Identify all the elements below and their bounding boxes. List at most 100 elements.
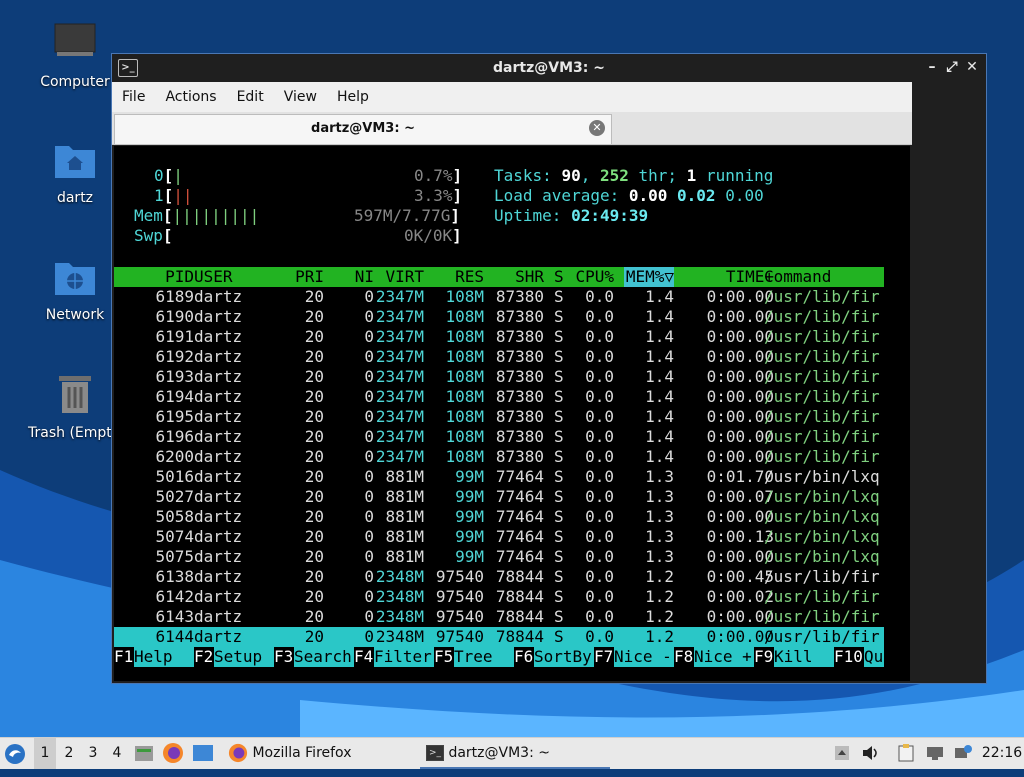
fkey-f8[interactable]: F8 [674, 647, 694, 667]
process-row[interactable]: 5058 dartz 20 0 881M 99M 77464 S 0.0 1.3 0:00.00/u… [114, 507, 884, 527]
header-res[interactable]: RES [434, 267, 484, 287]
process-s: S [554, 467, 564, 486]
fkey-f9[interactable]: F9 [754, 647, 774, 667]
header-pid[interactable]: PID [144, 267, 194, 287]
fkey-f3[interactable]: F3 [274, 647, 294, 667]
swp-meter: Swp[ [134, 226, 173, 245]
menu-help[interactable]: Help [327, 82, 379, 112]
process-cmd: /usr/lib/fir [764, 407, 880, 426]
header-time[interactable]: TIME+ [684, 267, 774, 287]
fkey-f1[interactable]: F1 [114, 647, 134, 667]
header-shr[interactable]: SHR [494, 267, 544, 287]
clock[interactable]: 22:16 [980, 738, 1024, 769]
tray-removable-media[interactable] [834, 738, 854, 769]
process-row[interactable]: 6193 dartz 20 0 2347M 108M 87380 S 0.0 1.4 0:00.00… [114, 367, 884, 387]
fkey-label[interactable]: Help [134, 647, 194, 667]
workspace-1[interactable]: 1 [34, 738, 56, 769]
process-s: S [554, 347, 564, 366]
process-row[interactable]: 6189 dartz 20 0 2347M 108M 87380 S 0.0 1.4 0:00.00… [114, 287, 884, 307]
desktop-launcher[interactable] [192, 738, 216, 769]
fkey-f2[interactable]: F2 [194, 647, 214, 667]
process-virt: 881M [385, 527, 424, 546]
process-cpu: 0.0 [585, 487, 614, 506]
terminal-area[interactable]: 0[| 0.7%] 1[|| 3.3%] Mem[||||||||| 597M/… [114, 146, 910, 681]
process-row[interactable]: 6191 dartz 20 0 2347M 108M 87380 S 0.0 1.4 0:00.00… [114, 327, 884, 347]
desktop-icon-label: Network [45, 307, 105, 323]
fkey-f4[interactable]: F4 [354, 647, 374, 667]
tray-volume[interactable] [862, 738, 882, 769]
file-manager-launcher[interactable] [134, 738, 156, 769]
header-ni[interactable]: NI [354, 267, 374, 287]
desktop-icon-network[interactable]: Network [25, 257, 125, 323]
fkey-label[interactable]: Tree [454, 647, 514, 667]
window-titlebar[interactable]: >_ dartz@VM3: ~ – ⤢ ✕ [112, 54, 986, 82]
process-virt: 2347M [375, 327, 424, 346]
lxqt-logo-icon [5, 744, 25, 764]
fkey-f10[interactable]: F10 [834, 647, 863, 667]
header-cpu[interactable]: CPU% [574, 267, 614, 287]
tray-network[interactable] [926, 738, 948, 769]
maximize-button[interactable]: ⤢ [944, 59, 960, 75]
fkey-label[interactable]: Qu [864, 647, 884, 667]
process-row[interactable]: 5016 dartz 20 0 881M 99M 77464 S 0.0 1.3 0:01.70/u… [114, 467, 884, 487]
process-pid: 6138 [155, 567, 194, 586]
menu-edit[interactable]: Edit [227, 82, 274, 112]
process-row[interactable]: 6194 dartz 20 0 2347M 108M 87380 S 0.0 1.4 0:00.00… [114, 387, 884, 407]
terminal-tab[interactable]: dartz@VM3: ~ ✕ [114, 114, 612, 144]
header-pri[interactable]: PRI [294, 267, 324, 287]
header-virt[interactable]: VIRT [374, 267, 424, 287]
header-user[interactable]: USER [194, 267, 274, 287]
workspace-2[interactable]: 2 [58, 738, 80, 769]
process-row[interactable]: 6144 dartz 20 0 2348M 97540 78844 S 0.0 1.2 0:00.0… [114, 627, 884, 647]
menu-view[interactable]: View [274, 82, 327, 112]
fkey-label[interactable]: Search [294, 647, 354, 667]
fkey-label[interactable]: Nice + [694, 647, 754, 667]
process-s: S [554, 607, 564, 626]
process-cpu: 0.0 [585, 627, 614, 646]
process-virt: 881M [385, 467, 424, 486]
process-row[interactable]: 5027 dartz 20 0 881M 99M 77464 S 0.0 1.3 0:00.07/u… [114, 487, 884, 507]
fkey-label[interactable]: Nice - [614, 647, 674, 667]
task-firefox[interactable]: Mozilla Firefox [222, 738, 418, 769]
header-command[interactable]: Command [764, 267, 884, 287]
trash-icon [59, 376, 91, 413]
desktop-icon-computer[interactable]: Computer [25, 22, 125, 90]
workspace-3[interactable]: 3 [82, 738, 104, 769]
header-mem[interactable]: MEM%▽ [624, 267, 674, 287]
fkey-label[interactable]: SortBy [534, 647, 594, 667]
tray-clipboard[interactable] [898, 738, 918, 769]
desktop-icon-trash[interactable]: Trash (Empt [25, 373, 125, 441]
process-row[interactable]: 6195 dartz 20 0 2347M 108M 87380 S 0.0 1.4 0:00.00… [114, 407, 884, 427]
process-row[interactable]: 6143 dartz 20 0 2348M 97540 78844 S 0.0 1.2 0:00.0… [114, 607, 884, 627]
process-cpu: 0.0 [585, 407, 614, 426]
close-button[interactable]: ✕ [964, 59, 980, 75]
desktop-icon-home[interactable]: dartz [25, 140, 125, 206]
workspace-4[interactable]: 4 [106, 738, 128, 769]
process-pri: 20 [304, 527, 324, 546]
fkey-f5[interactable]: F5 [434, 647, 454, 667]
fkey-label[interactable]: Filter [374, 647, 434, 667]
process-row[interactable]: 6192 dartz 20 0 2347M 108M 87380 S 0.0 1.4 0:00.00… [114, 347, 884, 367]
menu-actions[interactable]: Actions [155, 82, 226, 112]
fkey-f6[interactable]: F6 [514, 647, 534, 667]
firefox-launcher[interactable] [162, 738, 186, 769]
tray-updates[interactable] [954, 738, 974, 769]
process-virt: 881M [385, 507, 424, 526]
minimize-button[interactable]: – [924, 59, 940, 75]
header-state[interactable]: S [554, 267, 564, 287]
process-row[interactable]: 5075 dartz 20 0 881M 99M 77464 S 0.0 1.3 0:00.00/u… [114, 547, 884, 567]
fkey-label[interactable]: Setup [214, 647, 274, 667]
fkey-label[interactable]: Kill [774, 647, 834, 667]
app-menu-button[interactable] [4, 738, 30, 769]
process-row[interactable]: 6196 dartz 20 0 2347M 108M 87380 S 0.0 1.4 0:00.00… [114, 427, 884, 447]
task-terminal[interactable]: >_ dartz@VM3: ~ [420, 738, 610, 769]
process-row[interactable]: 6142 dartz 20 0 2348M 97540 78844 S 0.0 1.2 0:00.0… [114, 587, 884, 607]
fkey-f7[interactable]: F7 [594, 647, 614, 667]
process-row[interactable]: 5074 dartz 20 0 881M 99M 77464 S 0.0 1.3 0:00.13/u… [114, 527, 884, 547]
process-row[interactable]: 6200 dartz 20 0 2347M 108M 87380 S 0.0 1.4 0:00.00… [114, 447, 884, 467]
process-s: S [554, 507, 564, 526]
process-row[interactable]: 6190 dartz 20 0 2347M 108M 87380 S 0.0 1.4 0:00.00… [114, 307, 884, 327]
process-row[interactable]: 6138 dartz 20 0 2348M 97540 78844 S 0.0 1.2 0:00.4… [114, 567, 884, 587]
tab-close-icon[interactable]: ✕ [589, 120, 605, 136]
menu-file[interactable]: File [112, 82, 155, 112]
